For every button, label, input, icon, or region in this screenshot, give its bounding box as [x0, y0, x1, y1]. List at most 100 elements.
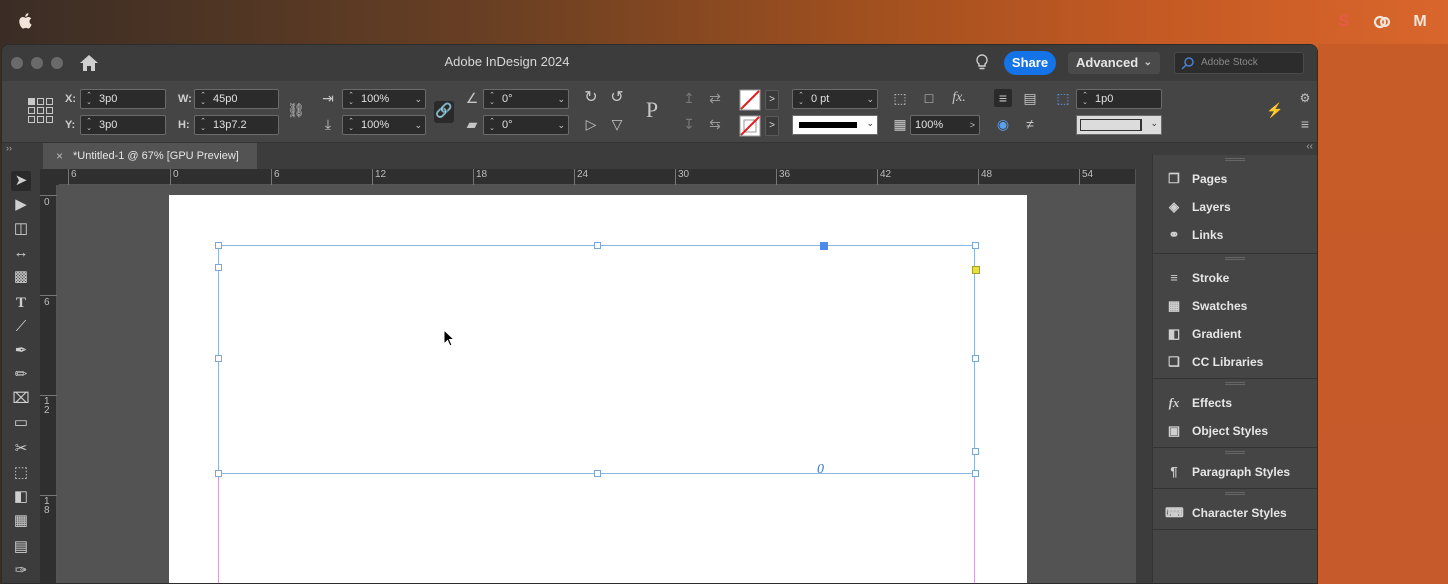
- chevron-down-icon[interactable]: ⌄: [414, 90, 422, 108]
- y-field[interactable]: ⌃ ⌄ 3p0: [80, 115, 166, 135]
- frame-handle[interactable]: [594, 242, 601, 249]
- x-field[interactable]: ⌃ ⌄ 3p0: [80, 89, 166, 109]
- gear-icon[interactable]: ⚙: [1296, 89, 1314, 107]
- rotate-field[interactable]: ⌃ ⌄ 0° ⌄: [483, 89, 569, 109]
- in-port-icon[interactable]: [215, 264, 222, 271]
- select-content-icon[interactable]: ↧: [680, 115, 698, 133]
- chevron-down-icon[interactable]: ⌄: [557, 116, 565, 134]
- stepper-icon[interactable]: ⌃ ⌄: [1080, 92, 1090, 106]
- shear-field[interactable]: ⌃ ⌄ 0° ⌄: [483, 115, 569, 135]
- text-wrap-object-icon[interactable]: ◉: [994, 115, 1012, 133]
- stepper-icon[interactable]: ⌃ ⌄: [346, 92, 356, 106]
- tab-untitled-1[interactable]: × *Untitled-1 @ 67% [GPU Preview]: [43, 143, 257, 169]
- panel-pages[interactable]: ❐ Pages: [1165, 169, 1227, 189]
- rectangle-tool-icon[interactable]: ▭: [11, 413, 31, 433]
- stepper-icon[interactable]: ⌃ ⌄: [198, 92, 208, 106]
- panel-grip[interactable]: [1225, 158, 1245, 161]
- chevron-down-icon[interactable]: ⌄: [414, 116, 422, 134]
- content-collector-icon[interactable]: ▩: [11, 267, 31, 287]
- stroke-menu-button[interactable]: >: [765, 116, 779, 136]
- line-tool-icon[interactable]: ⟋: [11, 317, 31, 337]
- vertical-scrollbar[interactable]: [1136, 169, 1152, 583]
- text-wrap-none-icon[interactable]: ≡: [994, 89, 1012, 107]
- corner-options-handle[interactable]: [820, 242, 828, 250]
- chevron-right-icon[interactable]: >: [970, 116, 975, 134]
- select-previous-icon[interactable]: ⇄: [706, 89, 724, 107]
- stepper-icon[interactable]: ⌃ ⌄: [346, 118, 356, 132]
- frame-handle[interactable]: [215, 242, 222, 249]
- panel-grip[interactable]: [1225, 257, 1245, 260]
- stepper-icon[interactable]: ⌃ ⌄: [84, 118, 94, 132]
- frame-handle[interactable]: [215, 470, 222, 477]
- direct-selection-tool-icon[interactable]: ▶: [11, 195, 31, 215]
- live-corner-handle[interactable]: [972, 266, 980, 274]
- note-tool-icon[interactable]: ▤: [11, 537, 31, 557]
- eyedropper-tool-icon[interactable]: ✑: [11, 561, 31, 581]
- text-wrap-jump-icon[interactable]: ≠: [1021, 115, 1039, 133]
- s-icon[interactable]: S: [1334, 12, 1354, 32]
- type-tool-icon[interactable]: T: [11, 293, 31, 313]
- panel-swatches[interactable]: ▦ Swatches: [1165, 296, 1248, 316]
- chevron-down-icon[interactable]: ⌄: [866, 90, 874, 108]
- fill-menu-button[interactable]: >: [765, 90, 779, 110]
- text-wrap-bounding-icon[interactable]: ▤: [1021, 89, 1039, 107]
- flip-vertical-icon[interactable]: ▽: [608, 115, 626, 133]
- stepper-icon[interactable]: ⌃ ⌄: [487, 118, 497, 132]
- corner-size-field[interactable]: ⌃ ⌄ 1p0: [1076, 89, 1162, 109]
- free-transform-tool-icon[interactable]: ⬚: [11, 463, 31, 483]
- constrain-proportions-icon[interactable]: ⛓: [287, 101, 305, 119]
- fill-none-swatch-icon[interactable]: [739, 89, 761, 111]
- scale-x-field[interactable]: ⌃ ⌄ 100% ⌄: [342, 89, 426, 109]
- frame-handle[interactable]: [215, 355, 222, 362]
- collapse-tools-icon[interactable]: ››: [6, 143, 12, 153]
- panel-effects[interactable]: fx Effects: [1165, 393, 1232, 413]
- pencil-tool-icon[interactable]: ✏: [11, 365, 31, 385]
- select-next-icon[interactable]: ⇆: [706, 115, 724, 133]
- gap-tool-icon[interactable]: ↔: [11, 243, 31, 263]
- panel-menu-icon[interactable]: ≡: [1296, 115, 1314, 133]
- workspace-switcher[interactable]: Advanced ⌄: [1068, 52, 1160, 74]
- quick-actions-icon[interactable]: ⚡: [1266, 101, 1284, 119]
- panel-paragraph-styles[interactable]: ¶ Paragraph Styles: [1165, 462, 1290, 482]
- pen-tool-icon[interactable]: ✒: [11, 341, 31, 361]
- corner-options-icon[interactable]: ⬚: [1054, 89, 1072, 107]
- panel-links[interactable]: ⚭ Links: [1165, 225, 1224, 245]
- creative-cloud-icon[interactable]: [1372, 12, 1392, 32]
- selection-tool-icon[interactable]: ➤: [11, 171, 31, 191]
- lightbulb-icon[interactable]: [974, 53, 990, 73]
- close-icon[interactable]: ×: [56, 143, 63, 169]
- ruler-origin[interactable]: [40, 169, 59, 185]
- panel-character-styles[interactable]: ⌨ Character Styles: [1165, 503, 1287, 523]
- chevron-down-icon[interactable]: ⌄: [557, 90, 565, 108]
- h-field[interactable]: ⌃ ⌄ 13p7.2: [194, 115, 279, 135]
- reference-point-icon[interactable]: [28, 98, 54, 124]
- panel-object-styles[interactable]: ▣ Object Styles: [1165, 421, 1268, 441]
- link-scale-icon[interactable]: 🔗: [434, 101, 454, 123]
- drop-shadow-icon[interactable]: □: [920, 89, 938, 107]
- opacity-field[interactable]: 100% >: [910, 115, 980, 135]
- rectangle-frame-tool-icon[interactable]: ⌧: [11, 389, 31, 409]
- document-page[interactable]: 0: [169, 195, 1027, 583]
- adobe-stock-search[interactable]: Adobe Stock: [1174, 52, 1304, 74]
- fx-icon[interactable]: fx.: [950, 89, 968, 107]
- select-container-icon[interactable]: ↥: [680, 89, 698, 107]
- panel-grip[interactable]: [1225, 492, 1245, 495]
- horizontal-ruler[interactable]: 6 0 6 12 18 24 30 36 42 48 54: [59, 169, 1135, 185]
- rotate-counterclockwise-icon[interactable]: ↺: [608, 89, 626, 107]
- frame-handle[interactable]: [594, 470, 601, 477]
- page-tool-icon[interactable]: ◫: [11, 219, 31, 239]
- rotate-clockwise-icon[interactable]: ↻: [582, 89, 600, 107]
- stepper-icon[interactable]: ⌃ ⌄: [796, 92, 806, 106]
- panel-grip[interactable]: [1225, 451, 1245, 454]
- gradient-feather-tool-icon[interactable]: ▦: [11, 511, 31, 531]
- text-frame[interactable]: [218, 245, 975, 474]
- stroke-type-dropdown[interactable]: ⌄: [792, 115, 878, 135]
- frame-handle[interactable]: [972, 355, 979, 362]
- scissors-tool-icon[interactable]: ✂: [11, 439, 31, 459]
- out-port-icon[interactable]: [972, 448, 979, 455]
- panel-stroke[interactable]: ≡ Stroke: [1165, 268, 1229, 288]
- corner-shape-dropdown[interactable]: ⌄: [1076, 115, 1162, 135]
- gradient-swatch-tool-icon[interactable]: ◧: [11, 487, 31, 507]
- panel-grip[interactable]: [1225, 382, 1245, 385]
- share-button[interactable]: Share: [1004, 51, 1056, 75]
